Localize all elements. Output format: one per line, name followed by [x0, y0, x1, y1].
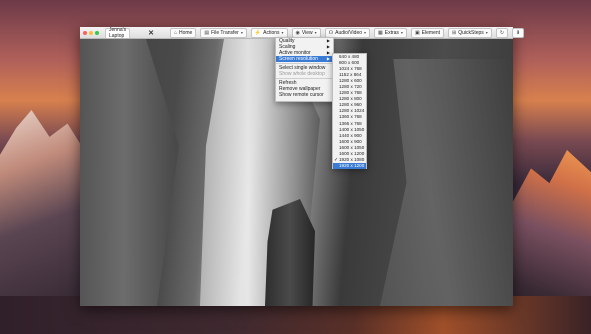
dark-rock-pillar — [265, 199, 315, 306]
quicksteps-button[interactable]: ⊞ QuickSteps ▾ — [448, 27, 492, 38]
resolution-label: 1600 x 1200 — [339, 150, 365, 156]
resolution-label: 1024 x 768 — [339, 66, 362, 72]
resolution-label: 1360 x 768 — [339, 114, 362, 120]
resolution-label: 1152 x 864 — [339, 72, 362, 78]
resolution-label: 1600 x 900 — [339, 138, 362, 144]
chevron-down-icon: ▾ — [314, 30, 317, 35]
menu-item-label: Show remote cursor — [279, 92, 324, 98]
close-session-icon[interactable]: ✕ — [148, 29, 154, 37]
extras-button[interactable]: ▦ Extras ▾ — [374, 27, 407, 38]
view-dropdown-menu: Quality ▶ Scaling ▶ Active monitor ▶ Scr… — [275, 37, 334, 102]
file-transfer-button[interactable]: ▤ File Transfer ▾ — [200, 27, 247, 38]
session-tab-title: Jenna's Laptop — [109, 27, 127, 39]
quicksteps-label: QuickSteps — [458, 29, 484, 36]
quicksteps-icon: ⊞ — [452, 29, 457, 36]
eye-icon: ◉ — [295, 29, 300, 36]
extras-icon: ▦ — [378, 29, 383, 36]
resolution-label: 1280 x 1024 — [339, 108, 365, 114]
resolution-label: 1400 x 1050 — [339, 126, 365, 132]
chevron-down-icon: ▾ — [485, 30, 488, 35]
home-button[interactable]: ⌂ Home — [169, 27, 197, 38]
refresh-button[interactable]: ↻ — [495, 27, 509, 38]
resolution-label: 1920 x 1080 — [339, 156, 365, 162]
minimize-window-button[interactable] — [89, 30, 93, 35]
refresh-icon: ↻ — [499, 29, 505, 36]
element-button[interactable]: ▣ Element — [410, 27, 445, 38]
window-controls — [83, 30, 99, 35]
resolution-label: 1280 x 768 — [339, 90, 362, 96]
menu-item-label: Show whole desktop — [279, 71, 325, 77]
audio-video-label: Audio/Video — [335, 29, 362, 36]
chevron-right-icon: ▶ — [326, 56, 330, 61]
chevron-down-icon: ▾ — [281, 30, 284, 35]
chevron-down-icon: ▾ — [240, 30, 243, 35]
resolution-label: 1280 x 600 — [339, 78, 362, 84]
screen-resolution-submenu: 640 x 480 800 x 600 1024 x 768 1152 x 864 12… — [332, 53, 367, 169]
maximize-window-button[interactable] — [95, 30, 99, 35]
resolution-label: 1600 x 1050 — [339, 144, 365, 150]
menu-separator — [276, 78, 333, 79]
resolution-label: 1440 x 900 — [339, 132, 362, 138]
menu-item-screen-resolution[interactable]: Screen resolution ▶ — [276, 56, 333, 62]
resolution-label: 1280 x 960 — [339, 102, 362, 108]
cliff-wall-left — [80, 39, 179, 306]
cliff-wall-right — [380, 59, 513, 306]
menu-item-show-whole-desktop: Show whole desktop — [276, 71, 333, 77]
element-label: Element — [421, 29, 441, 36]
download-button[interactable]: ⬇ — [512, 27, 525, 38]
lightning-icon: ⚡ — [254, 29, 262, 36]
view-label: View — [301, 29, 313, 36]
audio-video-button[interactable]: ☊ Audio/Video ▾ — [324, 27, 371, 38]
download-icon: ⬇ — [516, 29, 521, 36]
menu-separator — [276, 63, 333, 64]
menu-item-show-remote-cursor[interactable]: Show remote cursor — [276, 92, 333, 98]
headset-icon: ☊ — [328, 29, 334, 36]
home-label: Home — [178, 29, 193, 36]
element-icon: ▣ — [414, 29, 420, 36]
toolbar-right-group: ⊞ QuickSteps ▾ ↻ ⬇ — [444, 27, 525, 38]
file-transfer-icon: ▤ — [204, 29, 210, 36]
actions-label: Actions — [263, 29, 280, 36]
file-transfer-label: File Transfer — [211, 29, 239, 36]
resolution-label: 640 x 480 — [339, 54, 360, 59]
actions-button[interactable]: ⚡ Actions ▾ — [250, 27, 288, 38]
view-button[interactable]: ◉ View ▾ — [291, 27, 321, 38]
resolution-label: 1280 x 800 — [339, 96, 362, 102]
extras-label: Extras — [384, 29, 399, 36]
resolution-option[interactable]: 1920 x 1200 — [333, 162, 366, 169]
menu-item-label: Screen resolution — [279, 56, 318, 62]
chevron-down-icon: ▾ — [364, 30, 367, 35]
chevron-down-icon: ▾ — [400, 30, 403, 35]
close-window-button[interactable] — [83, 30, 87, 35]
resolution-label: 800 x 600 — [339, 60, 360, 66]
resolution-label: 1920 x 1200 — [339, 162, 365, 168]
session-tab[interactable]: Jenna's Laptop — [105, 27, 131, 39]
resolution-label: 1366 x 768 — [339, 120, 362, 126]
resolution-label: 1280 x 720 — [339, 84, 362, 90]
home-icon: ⌂ — [173, 29, 177, 36]
